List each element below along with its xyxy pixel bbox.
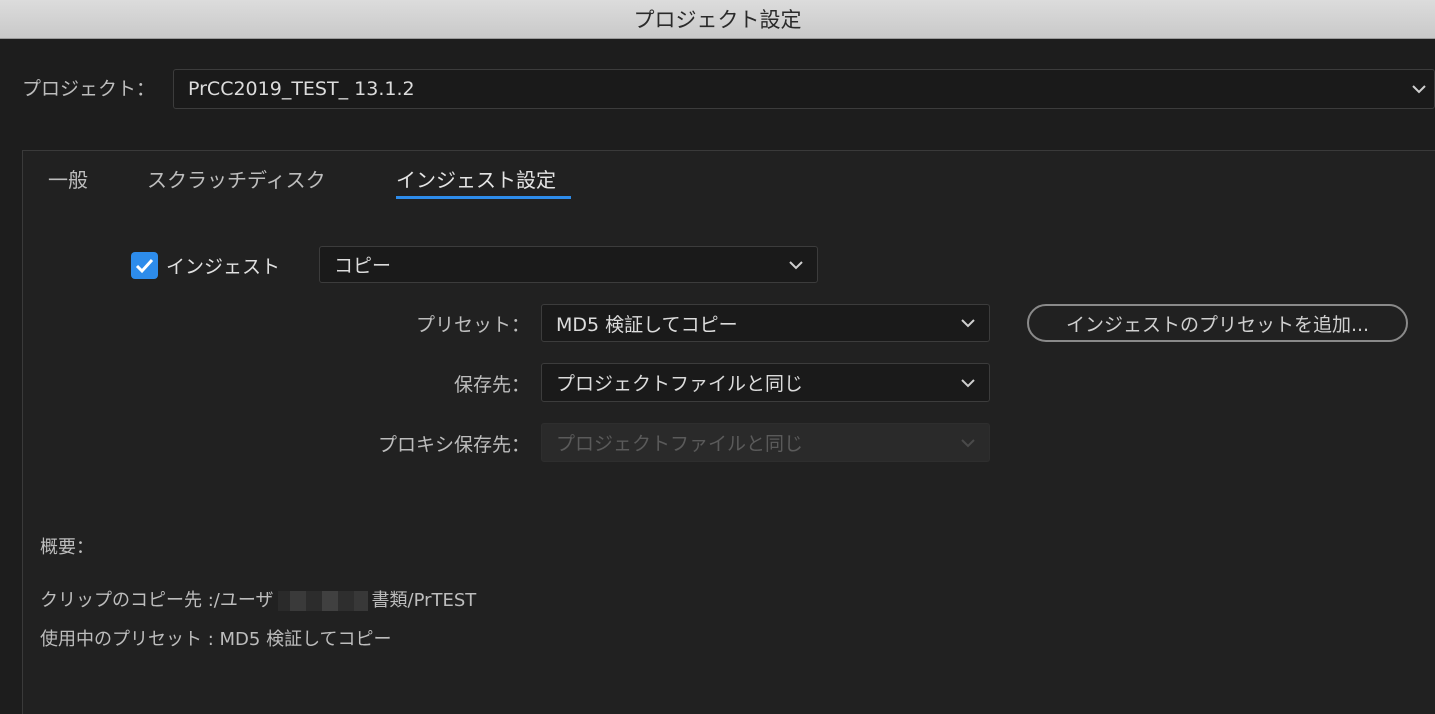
proxy-destination-select: プロジェクトファイルと同じ <box>541 423 990 462</box>
project-select-value: PrCC2019_TEST_ 13.1.2 <box>188 78 415 100</box>
preset-label: プリセット： <box>415 314 530 336</box>
preset-select[interactable]: MD5 検証してコピー <box>541 304 990 342</box>
tab-scratch-disk[interactable]: スクラッチディスク <box>147 164 326 193</box>
destination-label: 保存先： <box>453 374 530 396</box>
ingest-mode-select[interactable]: コピー <box>319 246 818 283</box>
chevron-down-icon <box>961 378 975 387</box>
chevron-down-icon <box>1412 85 1426 94</box>
preset-select-value: MD5 検証してコピー <box>556 313 738 336</box>
project-label: プロジェクト： <box>22 78 156 100</box>
checkmark-icon <box>135 258 154 274</box>
tab-general[interactable]: 一般 <box>48 164 88 193</box>
copy-destination-suffix: 書類/PrTEST <box>371 590 477 611</box>
proxy-destination-label: プロキシ保存先： <box>377 434 530 456</box>
copy-destination-prefix: クリップのコピー先 :/ユーザ <box>40 590 274 611</box>
chevron-down-icon <box>789 260 803 269</box>
chevron-down-icon <box>961 438 975 447</box>
add-ingest-preset-button[interactable]: インジェストのプリセットを追加... <box>1027 304 1408 342</box>
project-select[interactable]: PrCC2019_TEST_ 13.1.2 <box>173 69 1435 109</box>
window-titlebar: プロジェクト設定 <box>0 0 1435 39</box>
redacted-path <box>277 591 368 611</box>
destination-select-value: プロジェクトファイルと同じ <box>556 373 804 395</box>
summary-copy-destination: クリップのコピー先 :/ユーザ 書類/PrTEST <box>40 586 476 612</box>
summary-heading: 概要： <box>40 537 94 558</box>
ingest-mode-value: コピー <box>334 255 392 277</box>
tab-ingest-settings[interactable]: インジェスト設定 <box>396 164 556 193</box>
add-ingest-preset-label: インジェストのプリセットを追加... <box>1065 313 1370 336</box>
ingest-checkbox-label: インジェスト <box>166 256 281 278</box>
window-title: プロジェクト設定 <box>633 8 802 32</box>
proxy-destination-value: プロジェクトファイルと同じ <box>556 433 804 455</box>
destination-select[interactable]: プロジェクトファイルと同じ <box>541 363 990 402</box>
chevron-down-icon <box>961 319 975 328</box>
active-tab-indicator <box>396 196 571 199</box>
ingest-checkbox[interactable] <box>131 252 158 279</box>
summary-preset-in-use: 使用中のプリセット : MD5 検証してコピー <box>40 629 392 650</box>
